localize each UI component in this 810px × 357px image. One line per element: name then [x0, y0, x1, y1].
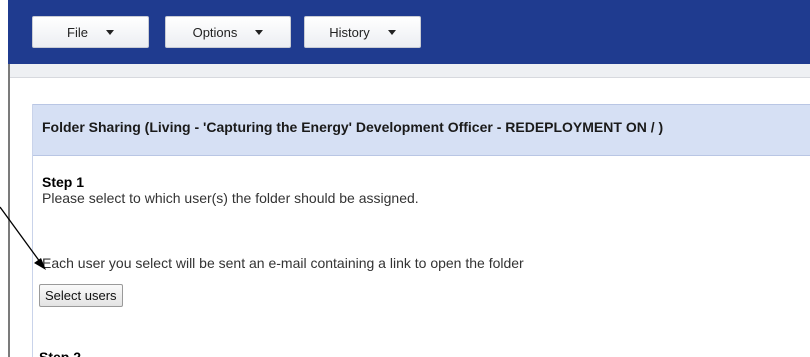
step2-title: Step 2: [39, 349, 82, 357]
top-toolbar: File Options History: [8, 0, 810, 64]
chevron-down-icon: [105, 29, 114, 35]
sub-toolbar-strip: [10, 64, 810, 78]
options-menu-label: Options: [192, 24, 238, 40]
step1-description: Please select to which user(s) the folde…: [42, 190, 419, 206]
chevron-down-icon: [255, 29, 264, 35]
step1-note: Each user you select will be sent an e-m…: [42, 255, 524, 271]
file-menu-button[interactable]: File: [32, 16, 149, 48]
chevron-down-icon: [387, 29, 396, 35]
history-menu-label: History: [329, 24, 370, 40]
folder-sharing-panel: Folder Sharing (Living - 'Capturing the …: [32, 104, 810, 357]
history-menu-button[interactable]: History: [304, 16, 421, 48]
step1-title: Step 1: [42, 174, 85, 190]
panel-title: Folder Sharing (Living - 'Capturing the …: [33, 104, 810, 156]
file-menu-label: File: [67, 24, 88, 40]
options-menu-button[interactable]: Options: [165, 16, 291, 48]
content-frame: Folder Sharing (Living - 'Capturing the …: [8, 64, 810, 357]
select-users-button[interactable]: Select users: [39, 284, 123, 307]
